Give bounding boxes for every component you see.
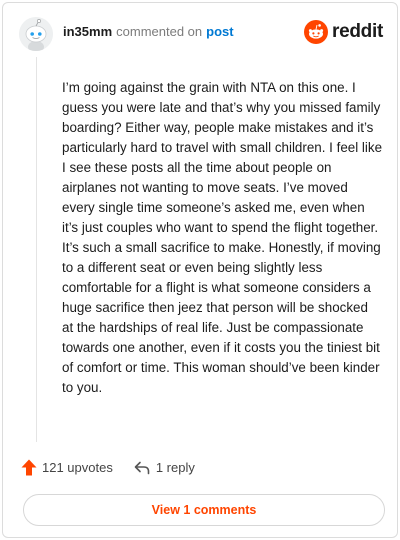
comment-card: in35mm commented on post reddit I’m goin… (2, 2, 398, 538)
reddit-logo-icon (304, 20, 329, 44)
view-comments-button[interactable]: View 1 comments (23, 494, 385, 526)
comment-meta: in35mm commented on post (63, 24, 234, 39)
upvote-count: 121 upvotes (42, 460, 113, 475)
username-link[interactable]: in35mm (63, 24, 112, 39)
reddit-logo[interactable]: reddit (304, 20, 383, 44)
reddit-wordmark: reddit (332, 21, 383, 42)
reply-button[interactable]: 1 reply (134, 460, 195, 475)
post-link[interactable]: post (206, 24, 233, 39)
thread-line (36, 57, 37, 442)
upvote-button[interactable]: 121 upvotes (21, 459, 113, 476)
action-text: commented on (116, 23, 203, 39)
reply-arrow-icon (134, 461, 150, 474)
comment-body: I’m going against the grain with NTA on … (62, 80, 383, 395)
snoo-avatar-icon[interactable] (19, 17, 53, 51)
upvote-arrow-icon (21, 459, 37, 476)
reply-count: 1 reply (155, 460, 195, 475)
comment-actions: 121 upvotes 1 reply (21, 459, 195, 476)
comment-header: in35mm commented on post reddit (19, 17, 383, 51)
